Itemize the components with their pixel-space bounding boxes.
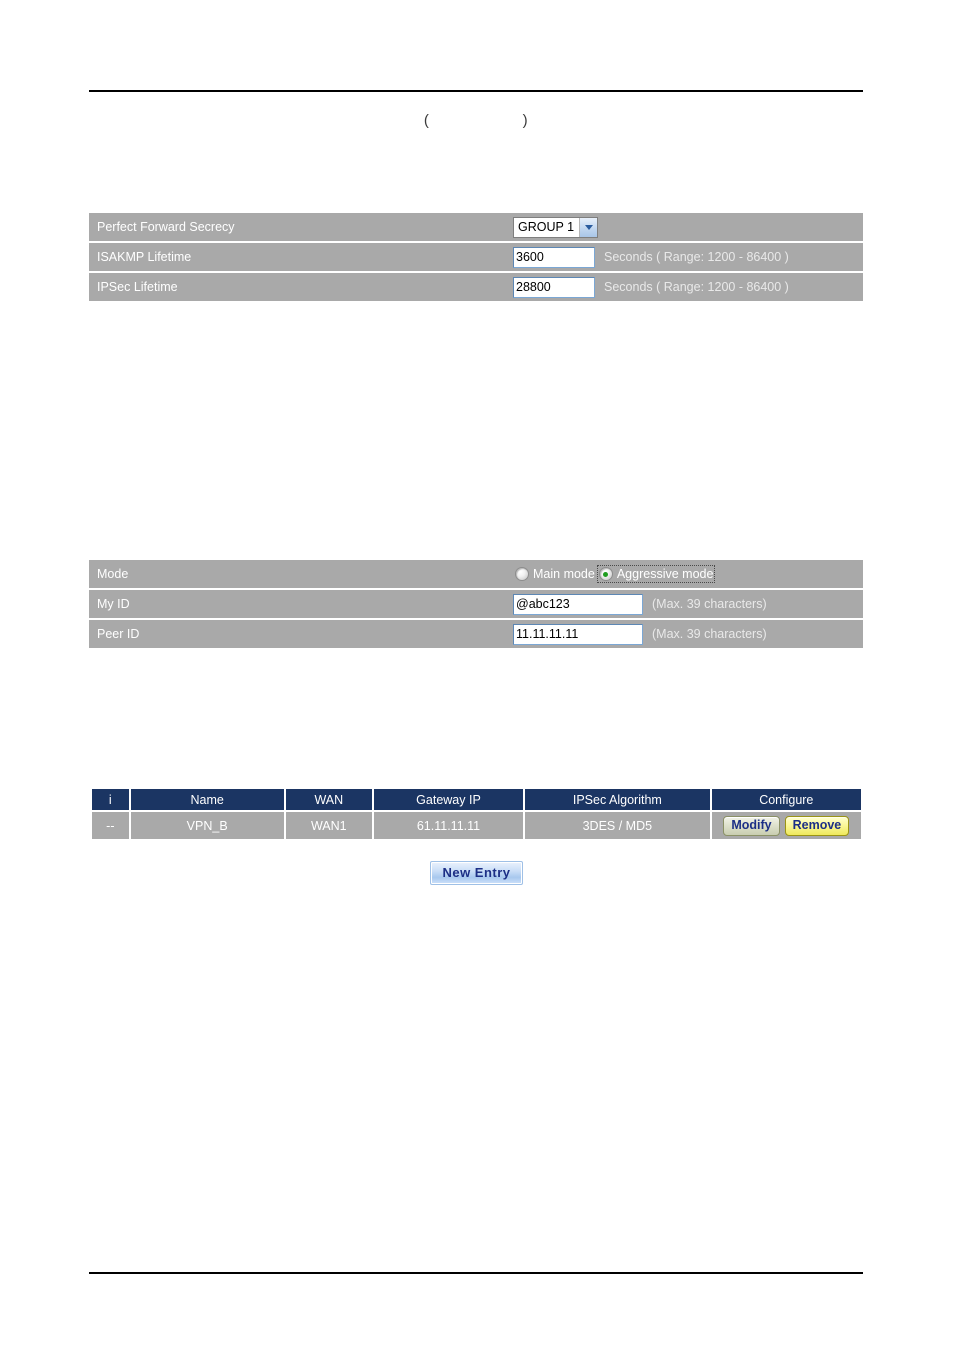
value-my-id: (Max. 39 characters)	[513, 590, 863, 618]
label-ipsec-lifetime: IPSec Lifetime	[97, 280, 178, 294]
radio-aggressive-mode-icon[interactable]	[598, 567, 613, 581]
value-mode: Main mode Aggressive mode	[513, 560, 863, 588]
modify-button[interactable]: Modify	[723, 815, 780, 836]
page-title: ( )	[423, 112, 529, 129]
cell-index: --	[92, 812, 131, 839]
mode-radio-group: Main mode Aggressive mode	[513, 565, 716, 583]
label-peer-id: Peer ID	[97, 627, 140, 641]
column-header-ipsec-algorithm: IPSec Algorithm	[525, 789, 712, 812]
cell-gateway-ip: 61.11.11.11	[373, 812, 526, 839]
footer-rule	[89, 1272, 863, 1274]
new-entry-button[interactable]: New Entry	[430, 861, 523, 885]
cell-wan: WAN1	[285, 812, 374, 839]
peer-id-hint: (Max. 39 characters)	[652, 627, 767, 641]
perfect-forward-secrecy-select[interactable]: GROUP 1	[513, 216, 599, 238]
table-row-my-id: My ID (Max. 39 characters)	[89, 590, 863, 620]
label-mode: Mode	[97, 567, 129, 581]
column-header-wan: WAN	[285, 789, 374, 812]
mode-settings-table: Mode Main mode Aggressive mode My ID @ab…	[89, 560, 863, 648]
header-rule	[89, 90, 863, 92]
value-perfect-forward-secrecy: GROUP 1	[513, 213, 863, 241]
value-ipsec-lifetime: Seconds ( Range: 1200 - 86400 )	[513, 273, 863, 301]
radio-label-aggressive-mode: Aggressive mode	[616, 567, 714, 581]
column-header-name: Name	[130, 789, 286, 812]
table-row-mode: Mode Main mode Aggressive mode	[89, 560, 863, 590]
ipsec-lifetime-input[interactable]	[513, 276, 595, 298]
new-entry-container: New Entry	[92, 861, 861, 885]
value-peer-id: (Max. 39 characters)	[513, 620, 863, 648]
table-row-isakmp-lifetime: ISAKMP Lifetime Seconds ( Range: 1200 - …	[89, 243, 863, 273]
cell-configure: Modify Remove	[711, 812, 861, 839]
radio-label-main-mode: Main mode	[533, 567, 595, 581]
radio-item-main-mode[interactable]: Main mode	[513, 565, 597, 583]
table-row-peer-id: Peer ID (Max. 39 characters)	[89, 620, 863, 648]
document-page: ( ) Perfect Forward Secrecy GROUP 1 ISAK…	[0, 0, 954, 1350]
label-perfect-forward-secrecy: Perfect Forward Secrecy	[97, 220, 235, 234]
remove-button[interactable]: Remove	[784, 815, 850, 836]
label-my-id: My ID	[97, 597, 130, 611]
radio-main-mode-icon[interactable]	[515, 567, 529, 581]
value-isakmp-lifetime: Seconds ( Range: 1200 - 86400 )	[513, 243, 863, 271]
my-id-input[interactable]	[513, 593, 643, 615]
isakmp-lifetime-input[interactable]	[513, 246, 595, 268]
cell-name: VPN_B	[130, 812, 286, 839]
column-header-configure: Configure	[711, 789, 861, 812]
phase1-settings-table: Perfect Forward Secrecy GROUP 1 ISAKMP L…	[89, 213, 863, 301]
perfect-forward-secrecy-selected-value: GROUP 1	[518, 219, 575, 234]
table-header-row: i Name WAN Gateway IP IPSec Algorithm Co…	[92, 789, 861, 812]
column-header-gateway-ip: Gateway IP	[373, 789, 526, 812]
my-id-hint: (Max. 39 characters)	[652, 597, 767, 611]
label-isakmp-lifetime: ISAKMP Lifetime	[97, 250, 192, 264]
peer-id-input[interactable]	[513, 623, 643, 645]
ipsec-lifetime-hint: Seconds ( Range: 1200 - 86400 )	[604, 280, 789, 294]
radio-item-aggressive-mode[interactable]: Aggressive mode	[596, 565, 716, 583]
cell-ipsec-algorithm: 3DES / MD5	[525, 812, 712, 839]
column-header-index: i	[92, 789, 131, 812]
table-row-perfect-forward-secrecy: Perfect Forward Secrecy GROUP 1	[89, 213, 863, 243]
table-row-ipsec-lifetime: IPSec Lifetime Seconds ( Range: 1200 - 8…	[89, 273, 863, 301]
chevron-down-icon[interactable]	[579, 217, 598, 237]
table-row: -- VPN_B WAN1 61.11.11.11 3DES / MD5 Mod…	[92, 812, 861, 839]
isakmp-lifetime-hint: Seconds ( Range: 1200 - 86400 )	[604, 250, 789, 264]
